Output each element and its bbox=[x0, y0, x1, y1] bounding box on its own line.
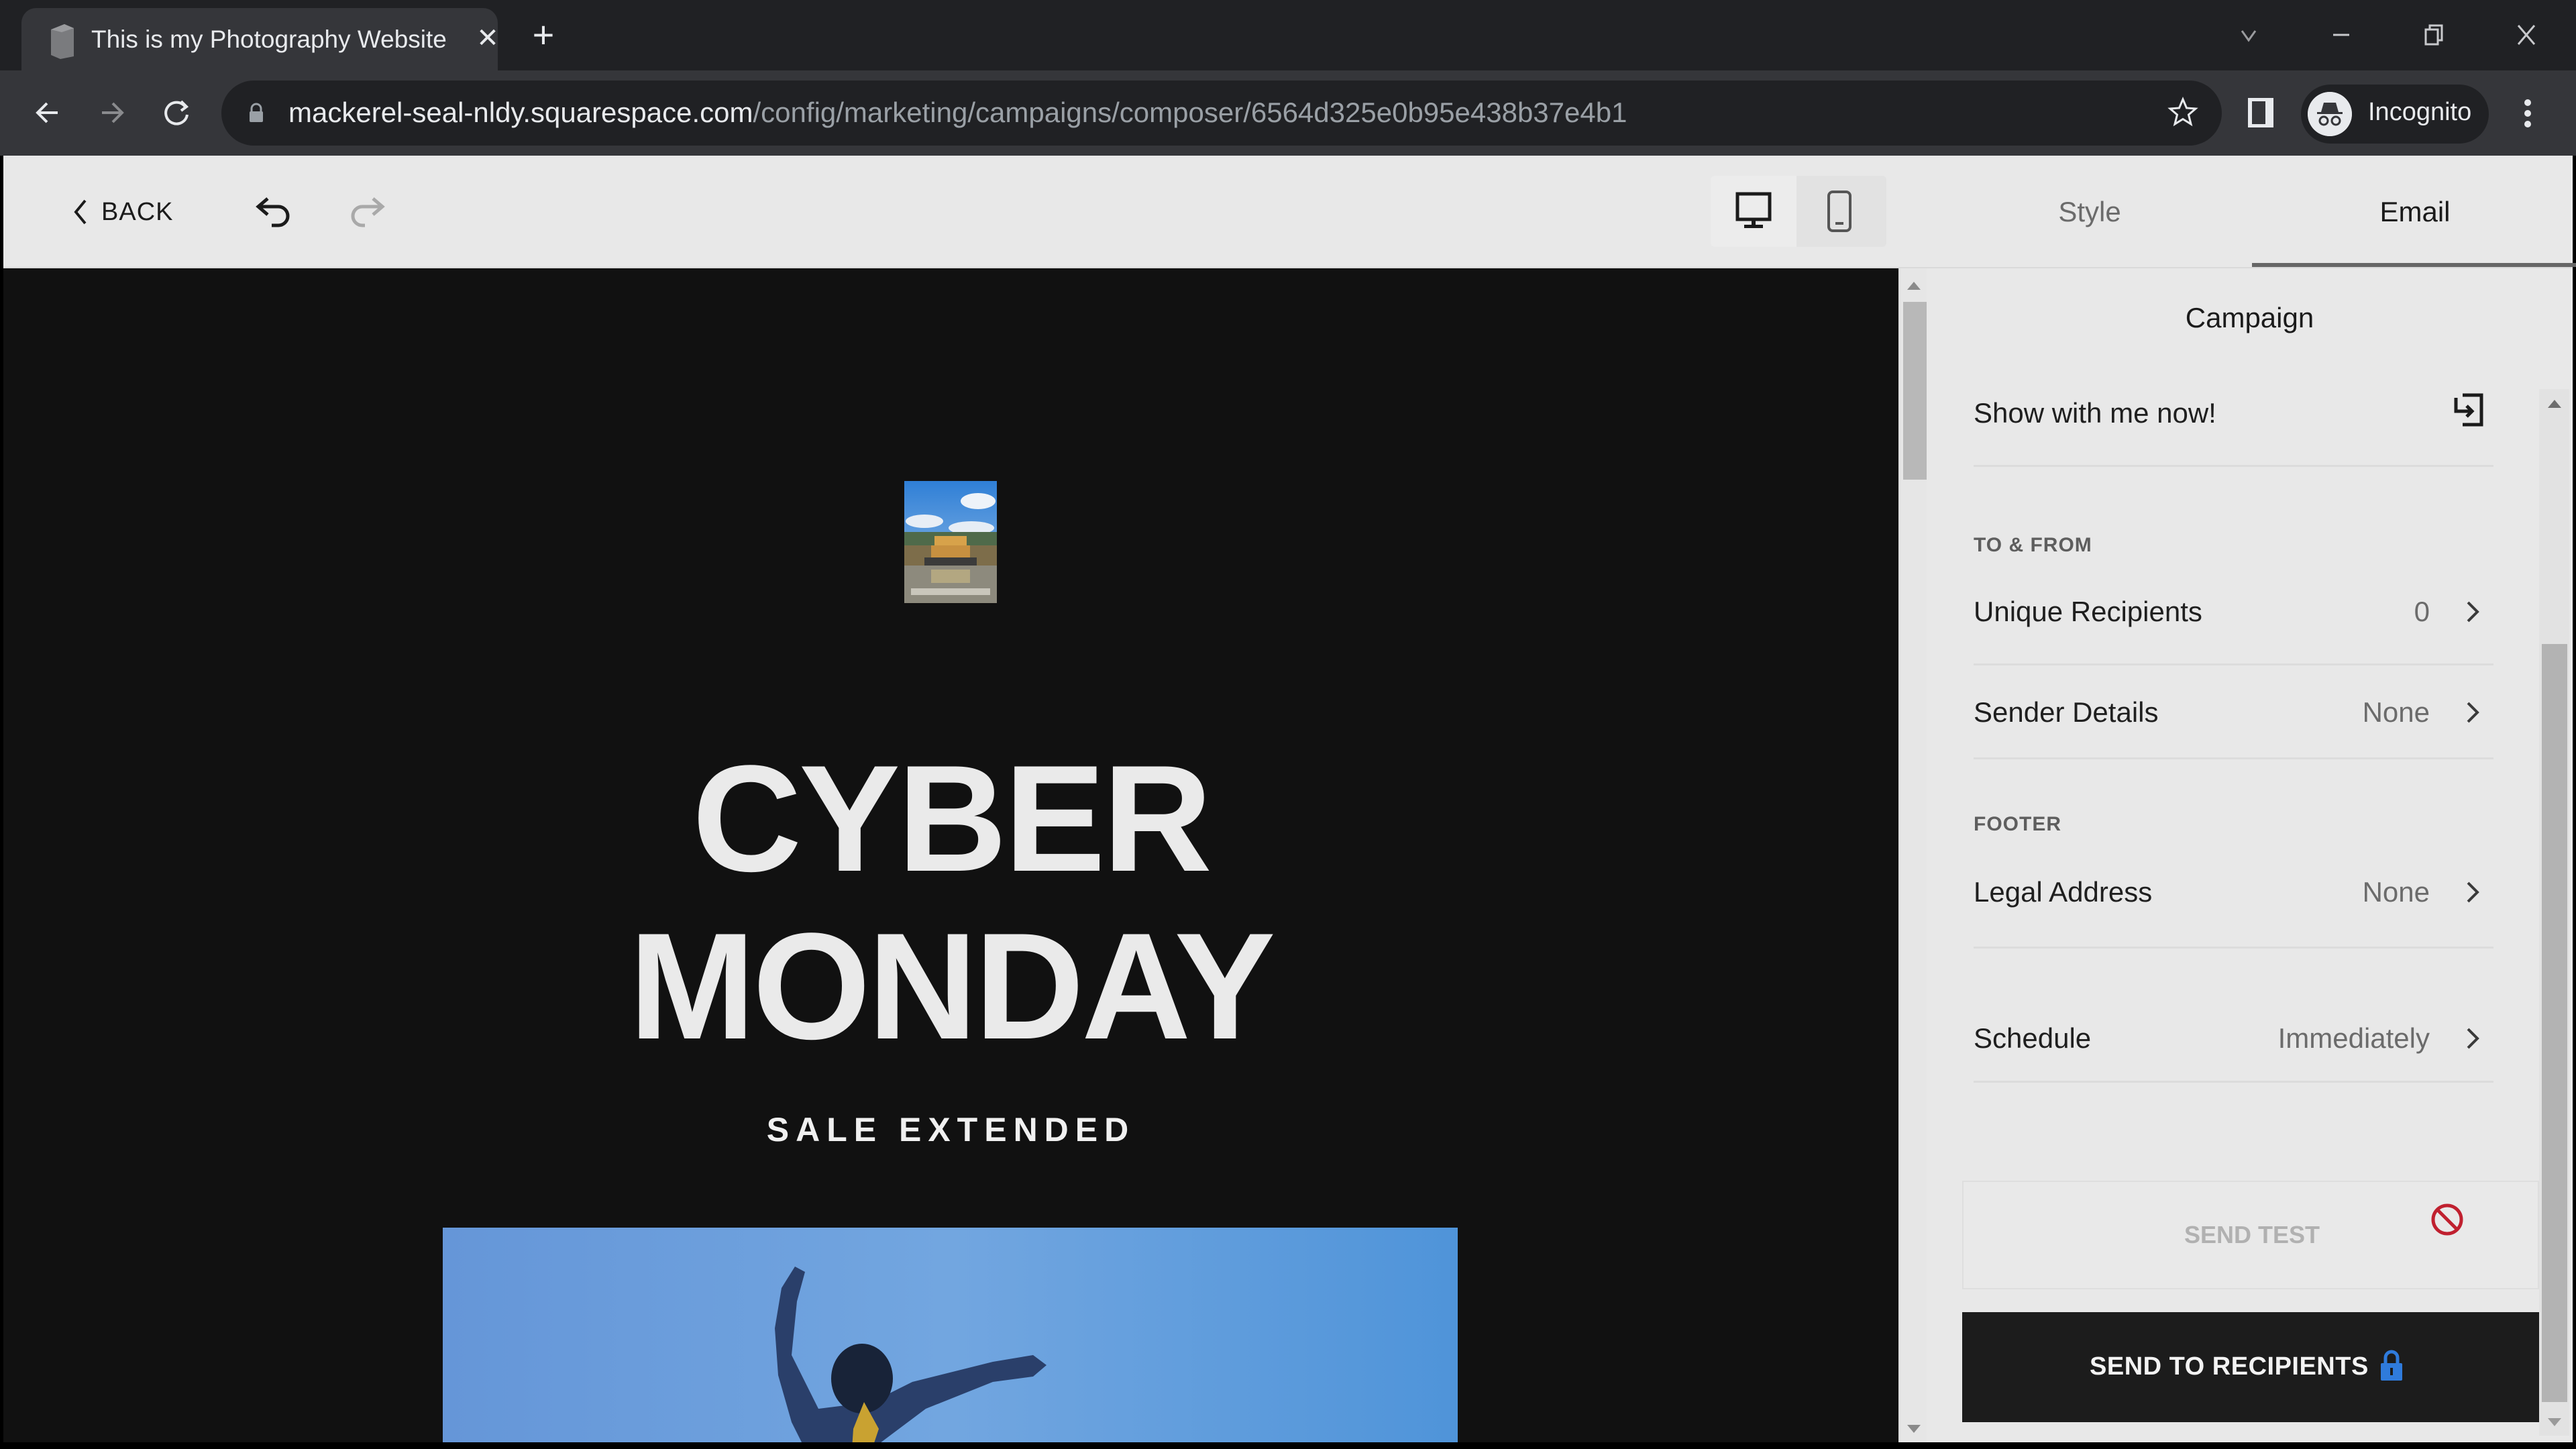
browser-menu-kebab-icon[interactable] bbox=[2509, 88, 2546, 139]
mobile-view-button[interactable] bbox=[1796, 176, 1882, 247]
tab-search-chevron-down-icon[interactable] bbox=[2229, 15, 2269, 55]
browser-address-row: mackerel-seal-nldy.squarespace.com/confi… bbox=[0, 70, 2576, 156]
tab-email[interactable]: Email bbox=[2345, 191, 2485, 233]
lock-icon bbox=[2381, 1350, 2402, 1381]
back-arrow-icon[interactable] bbox=[25, 91, 70, 135]
row-label: Schedule bbox=[1974, 1022, 2092, 1054]
row-value: None bbox=[2362, 696, 2430, 728]
redo-icon[interactable] bbox=[342, 191, 389, 233]
bookmark-star-icon[interactable] bbox=[2164, 94, 2202, 131]
row-value: None bbox=[2362, 876, 2430, 908]
section-label-footer: FOOTER bbox=[1974, 813, 2061, 835]
unique-recipients-row[interactable]: Unique Recipients 0 bbox=[1974, 577, 2493, 665]
new-tab-button[interactable]: + bbox=[525, 16, 562, 55]
tab-title: This is my Photography Website bbox=[91, 25, 447, 53]
back-button[interactable]: BACK bbox=[70, 191, 173, 233]
preview-scrollbar[interactable] bbox=[1898, 268, 1927, 1442]
undo-icon[interactable] bbox=[252, 191, 299, 233]
forward-arrow-icon[interactable] bbox=[90, 91, 134, 135]
chevron-right-icon bbox=[2467, 601, 2479, 623]
chevron-right-icon bbox=[2467, 881, 2479, 903]
close-window-icon[interactable] bbox=[2506, 15, 2546, 55]
email-settings-panel: Campaign Show with me now! TO & FROM Uni… bbox=[1927, 268, 2573, 1442]
send-to-recipients-label: SEND TO RECIPIENTS bbox=[2090, 1352, 2369, 1381]
minimize-icon[interactable] bbox=[2321, 15, 2361, 55]
lock-icon[interactable] bbox=[248, 103, 264, 123]
active-tab-indicator bbox=[2252, 263, 2576, 267]
back-label: BACK bbox=[101, 197, 174, 226]
reload-icon[interactable] bbox=[154, 91, 199, 135]
desktop-icon bbox=[1735, 192, 1772, 228]
subject-text[interactable]: Show with me now! bbox=[1974, 397, 2216, 429]
panel-scrollbar[interactable] bbox=[2539, 389, 2569, 1436]
chevron-left-icon bbox=[74, 199, 87, 225]
scroll-down-arrow-icon[interactable] bbox=[1907, 1425, 1921, 1433]
headline-line-1[interactable]: CYBER bbox=[3, 738, 1898, 899]
pavilion-photo bbox=[904, 481, 997, 603]
subject-row[interactable]: Show with me now! bbox=[1974, 389, 2493, 467]
browser-tab-bar: This is my Photography Website ✕ + bbox=[0, 0, 2576, 70]
scroll-down-arrow-icon[interactable] bbox=[2548, 1418, 2561, 1426]
incognito-profile-button[interactable]: Incognito bbox=[2301, 85, 2489, 144]
subheadline[interactable]: SALE EXTENDED bbox=[3, 1110, 1898, 1149]
row-value: Immediately bbox=[2277, 1022, 2430, 1054]
incognito-label: Incognito bbox=[2368, 98, 2472, 126]
url-text[interactable]: mackerel-seal-nldy.squarespace.com/confi… bbox=[288, 95, 1627, 130]
scroll-up-arrow-icon[interactable] bbox=[1907, 282, 1921, 290]
editor-toolbar: BACK Style Email bbox=[3, 156, 2576, 268]
tab-style[interactable]: Style bbox=[2023, 191, 2157, 233]
url-host: mackerel-seal-nldy.squarespace.com bbox=[288, 97, 753, 128]
row-value: 0 bbox=[2414, 596, 2430, 627]
send-test-button[interactable]: SEND TEST bbox=[1962, 1181, 2539, 1289]
email-logo-image[interactable] bbox=[904, 481, 997, 603]
schedule-row[interactable]: Schedule Immediately bbox=[1974, 949, 2493, 1083]
close-tab-icon[interactable]: ✕ bbox=[472, 23, 503, 54]
row-label: Legal Address bbox=[1974, 876, 2153, 908]
window-bottom-edge bbox=[0, 1442, 2576, 1449]
section-label-to-from: TO & FROM bbox=[1974, 534, 2092, 556]
row-label: Sender Details bbox=[1974, 696, 2159, 728]
sender-details-row[interactable]: Sender Details None bbox=[1974, 665, 2493, 759]
browser-tab[interactable]: This is my Photography Website ✕ bbox=[21, 8, 499, 70]
side-panel-icon[interactable] bbox=[2246, 96, 2275, 129]
desktop-view-button[interactable] bbox=[1711, 176, 1796, 247]
chevron-right-icon bbox=[2467, 702, 2479, 723]
url-path: /config/marketing/campaigns/composer/656… bbox=[753, 97, 1627, 128]
address-bar[interactable]: mackerel-seal-nldy.squarespace.com/confi… bbox=[221, 80, 2222, 146]
panel-scrollbar-thumb[interactable] bbox=[2542, 644, 2567, 1402]
chevron-right-icon bbox=[2467, 1028, 2479, 1049]
row-label: Unique Recipients bbox=[1974, 596, 2202, 627]
not-allowed-icon bbox=[2431, 1203, 2463, 1236]
restore-icon[interactable] bbox=[2414, 15, 2454, 55]
send-to-recipients-button[interactable]: SEND TO RECIPIENTS bbox=[1962, 1312, 2539, 1422]
panel-title: Campaign bbox=[2185, 302, 2314, 333]
legal-address-row[interactable]: Legal Address None bbox=[1974, 859, 2493, 949]
incognito-icon bbox=[2308, 92, 2352, 136]
dancer-photo bbox=[443, 1228, 1458, 1442]
preview-scrollbar-thumb[interactable] bbox=[1903, 302, 1927, 480]
scroll-up-arrow-icon[interactable] bbox=[2548, 400, 2561, 408]
email-preview-canvas[interactable]: CYBER MONDAY SALE EXTENDED bbox=[3, 268, 1898, 1442]
hero-image[interactable] bbox=[443, 1228, 1458, 1442]
squarespace-favicon-icon bbox=[51, 24, 74, 59]
headline-line-2[interactable]: MONDAY bbox=[3, 906, 1898, 1067]
mobile-icon bbox=[1827, 191, 1851, 232]
device-view-toggle bbox=[1711, 176, 1886, 247]
exit-icon[interactable] bbox=[2451, 391, 2485, 429]
